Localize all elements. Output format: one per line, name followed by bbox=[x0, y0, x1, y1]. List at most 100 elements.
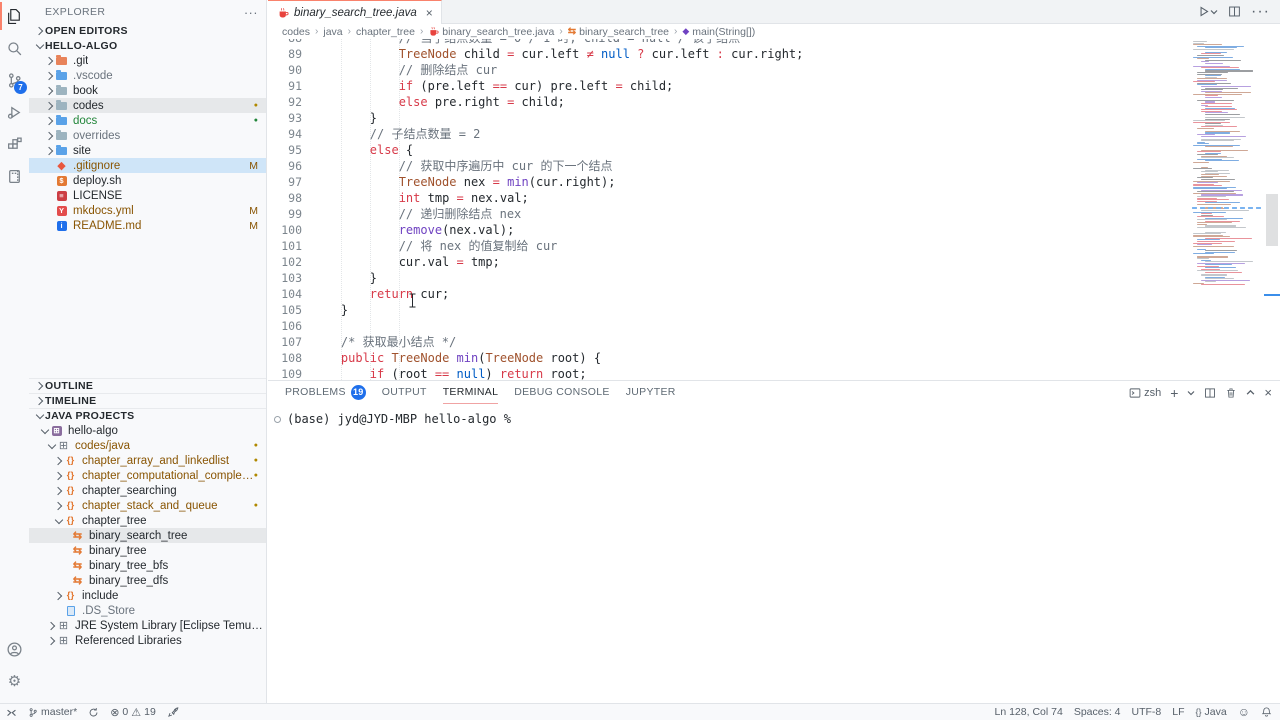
overview-ruler[interactable] bbox=[1264, 39, 1280, 380]
project-row-codes-java[interactable]: ⊞codes/java● bbox=[29, 438, 266, 453]
shell-selector[interactable]: zsh bbox=[1129, 387, 1161, 399]
language-mode[interactable]: {}Java bbox=[1196, 706, 1227, 718]
cursor-position[interactable]: Ln 128, Col 74 bbox=[995, 706, 1063, 718]
code-editor[interactable]: 88 // 当子结点数量 = 0 / 1 时, child = null / 该… bbox=[268, 39, 1280, 380]
project-row--ds-store[interactable]: .DS_Store bbox=[29, 603, 266, 618]
code-line[interactable]: 99 // 递归删除结点 nex bbox=[268, 206, 1280, 222]
project-row-chapter-searching[interactable]: {}chapter_searching bbox=[29, 483, 266, 498]
panel-tab-terminal[interactable]: TERMINAL bbox=[443, 381, 499, 404]
code-line[interactable]: 101 // 将 nex 的值复制给 cur bbox=[268, 238, 1280, 254]
kill-terminal-trash-icon[interactable] bbox=[1225, 387, 1237, 399]
code-line[interactable]: 109 if (root == null) return root; bbox=[268, 366, 1280, 380]
code-line[interactable]: 103 } bbox=[268, 270, 1280, 286]
panel-tab-problems[interactable]: PROBLEMS19 bbox=[285, 381, 366, 404]
sync-status-icon[interactable] bbox=[88, 707, 99, 718]
maximize-panel-chevron-icon[interactable] bbox=[1246, 388, 1255, 397]
encoding[interactable]: UTF-8 bbox=[1132, 706, 1162, 718]
file-row--git[interactable]: .git bbox=[29, 53, 266, 68]
code-line[interactable]: 92 else pre.right = child; bbox=[268, 94, 1280, 110]
file-row-site[interactable]: site bbox=[29, 143, 266, 158]
project-row-binary-tree[interactable]: ⇆binary_tree bbox=[29, 543, 266, 558]
file-row--gitignore[interactable]: ◆.gitignoreM bbox=[29, 158, 266, 173]
feedback-smiley-icon[interactable]: ☺ bbox=[1238, 705, 1250, 719]
java-status-rocket-icon[interactable] bbox=[167, 706, 179, 718]
extensions-icon[interactable] bbox=[0, 128, 29, 160]
scrollbar-thumb[interactable] bbox=[1266, 194, 1278, 246]
file-row-license[interactable]: ≡LICENSE bbox=[29, 188, 266, 203]
split-terminal-icon[interactable] bbox=[1204, 387, 1216, 399]
project-row-hello-algo[interactable]: ⊞hello-algo bbox=[29, 423, 266, 438]
remote-indicator-icon[interactable] bbox=[6, 707, 17, 718]
breadcrumb-item[interactable]: ◆main(String[]) bbox=[682, 26, 755, 38]
code-line[interactable]: 104 return cur; bbox=[268, 286, 1280, 302]
branch-status[interactable]: master* bbox=[28, 706, 77, 718]
project-row-jre-system-library-eclipse-temurin-17-17-[interactable]: ⊞JRE System Library [Eclipse Temurin 17 … bbox=[29, 618, 266, 633]
notifications-bell-icon[interactable] bbox=[1261, 706, 1272, 718]
code-line[interactable]: 90 // 删除结点 cur bbox=[268, 62, 1280, 78]
terminal-content[interactable]: (base) jyd@JYD-MBP hello-algo % bbox=[268, 404, 1280, 426]
project-row-chapter-array-and-linkedlist[interactable]: {}chapter_array_and_linkedlist● bbox=[29, 453, 266, 468]
minimap[interactable] bbox=[1190, 39, 1264, 297]
code-line[interactable]: 96 // 获取中序遍历中 cur 的下一个结点 bbox=[268, 158, 1280, 174]
file-row-mkdocs-yml[interactable]: Ymkdocs.ymlM bbox=[29, 203, 266, 218]
explorer-more-icon[interactable]: ··· bbox=[244, 5, 258, 20]
file-row--vscode[interactable]: .vscode bbox=[29, 68, 266, 83]
code-line[interactable]: 94 // 子结点数量 = 2 bbox=[268, 126, 1280, 142]
code-line[interactable]: 91 if (pre.left == cur) pre.left = child… bbox=[268, 78, 1280, 94]
file-row-book[interactable]: book bbox=[29, 83, 266, 98]
project-row-binary-tree-bfs[interactable]: ⇆binary_tree_bfs bbox=[29, 558, 266, 573]
code-line[interactable]: 105 } bbox=[268, 302, 1280, 318]
search-icon[interactable] bbox=[0, 32, 29, 64]
source-control-icon[interactable]: 7 bbox=[0, 64, 29, 96]
run-button[interactable] bbox=[1197, 5, 1218, 18]
settings-gear-icon[interactable]: ⚙ bbox=[0, 665, 29, 697]
explorer-icon[interactable] bbox=[0, 0, 29, 32]
breadcrumb-item[interactable]: java bbox=[323, 26, 342, 38]
terminal-dropdown-chevron-icon[interactable] bbox=[1187, 389, 1195, 397]
breadcrumb-item[interactable]: ⇆binary_search_tree bbox=[568, 26, 669, 38]
code-line[interactable]: 95 else { bbox=[268, 142, 1280, 158]
project-row-chapter-computational-complexity[interactable]: {}chapter_computational_complexity● bbox=[29, 468, 266, 483]
breadcrumb-item[interactable]: chapter_tree bbox=[356, 26, 415, 38]
code-line[interactable]: 97 TreeNode nex = min(cur.right); bbox=[268, 174, 1280, 190]
run-debug-icon[interactable] bbox=[0, 96, 29, 128]
project-row-chapter-tree[interactable]: {}chapter_tree bbox=[29, 513, 266, 528]
code-line[interactable]: 108 public TreeNode min(TreeNode root) { bbox=[268, 350, 1280, 366]
eol[interactable]: LF bbox=[1172, 706, 1184, 718]
project-row-binary-tree-dfs[interactable]: ⇆binary_tree_dfs bbox=[29, 573, 266, 588]
problems-status[interactable]: ⊗ 0 ⚠ 19 bbox=[110, 706, 156, 719]
file-row-readme-md[interactable]: iREADME.mdM bbox=[29, 218, 266, 233]
project-row-binary-search-tree[interactable]: ⇆binary_search_tree bbox=[29, 528, 266, 543]
open-editors-header[interactable]: OPEN EDITORS bbox=[29, 24, 266, 38]
tab-binary-search-tree[interactable]: binary_search_tree.java × bbox=[268, 0, 442, 24]
workspace-root-header[interactable]: HELLO-ALGO bbox=[29, 38, 266, 53]
code-line[interactable]: 107 /* 获取最小结点 */ bbox=[268, 334, 1280, 350]
code-line[interactable]: 93 } bbox=[268, 110, 1280, 126]
project-row-referenced-libraries[interactable]: ⊞Referenced Libraries bbox=[29, 633, 266, 648]
project-row-chapter-stack-and-queue[interactable]: {}chapter_stack_and_queue● bbox=[29, 498, 266, 513]
java-projects-header[interactable]: JAVA PROJECTS bbox=[29, 408, 266, 423]
code-line[interactable]: 102 cur.val = tmp; bbox=[268, 254, 1280, 270]
file-row-codes[interactable]: codes● bbox=[29, 98, 266, 113]
notebook-icon[interactable] bbox=[0, 160, 29, 192]
breadcrumb-item[interactable]: binary_search_tree.java bbox=[428, 26, 554, 38]
indentation[interactable]: Spaces: 4 bbox=[1074, 706, 1121, 718]
file-row-overrides[interactable]: overrides bbox=[29, 128, 266, 143]
accounts-icon[interactable] bbox=[0, 633, 29, 665]
file-row-docs[interactable]: docs● bbox=[29, 113, 266, 128]
timeline-header[interactable]: TIMELINE bbox=[29, 393, 266, 408]
code-line[interactable]: 88 // 当子结点数量 = 0 / 1 时, child = null / 该… bbox=[268, 39, 1280, 46]
code-line[interactable]: 98 int tmp = nex.val; bbox=[268, 190, 1280, 206]
code-line[interactable]: 106 bbox=[268, 318, 1280, 334]
breadcrumb-item[interactable]: codes bbox=[282, 26, 310, 38]
tab-close-icon[interactable]: × bbox=[426, 6, 433, 20]
project-row-include[interactable]: {}include bbox=[29, 588, 266, 603]
panel-tab-jupyter[interactable]: JUPYTER bbox=[626, 381, 676, 404]
panel-tab-output[interactable]: OUTPUT bbox=[382, 381, 427, 404]
panel-tab-debug-console[interactable]: DEBUG CONSOLE bbox=[514, 381, 610, 404]
code-line[interactable]: 100 remove(nex.val); bbox=[268, 222, 1280, 238]
close-panel-icon[interactable]: × bbox=[1264, 385, 1272, 400]
split-editor-icon[interactable] bbox=[1228, 5, 1241, 18]
more-actions-icon[interactable]: ··· bbox=[1251, 3, 1270, 21]
command-decoration-icon[interactable] bbox=[274, 416, 281, 423]
